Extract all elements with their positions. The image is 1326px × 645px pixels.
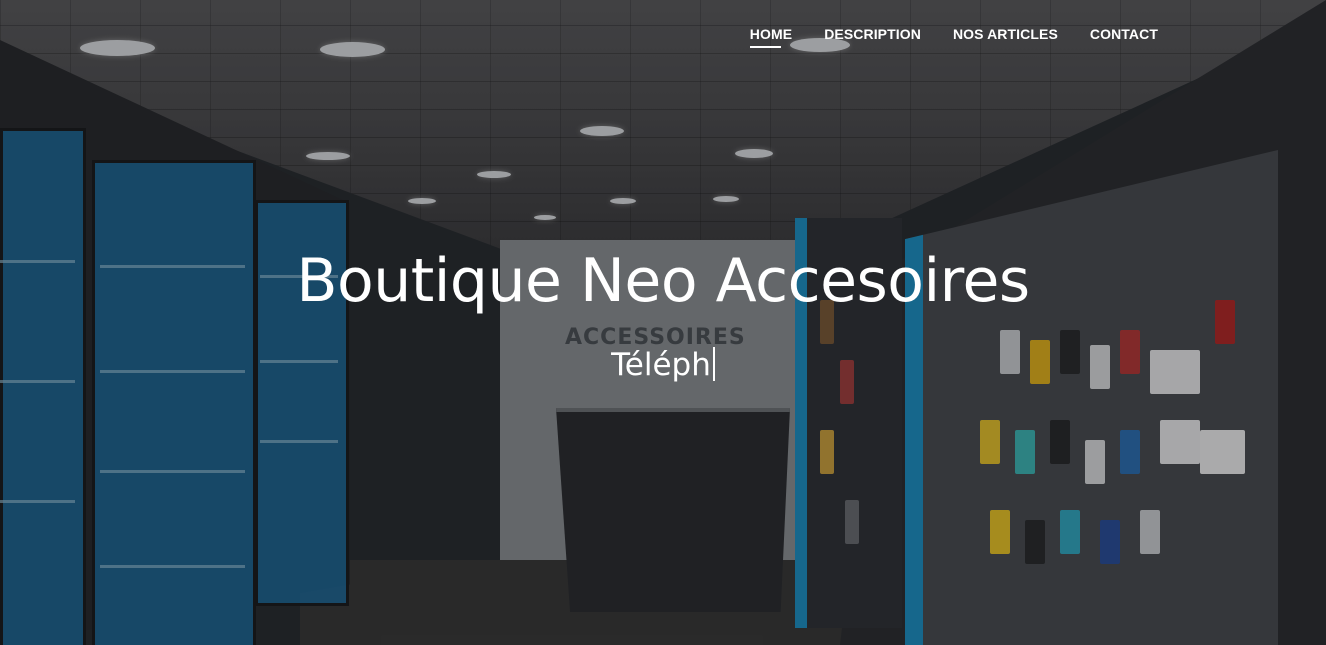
main-nav: HOME DESCRIPTION NOS ARTICLES CONTACT — [749, 26, 1158, 48]
dark-overlay — [0, 0, 1326, 645]
nav-home-link[interactable]: HOME — [749, 26, 792, 48]
typing-cursor — [712, 347, 715, 381]
nav-contact-link[interactable]: CONTACT — [1090, 26, 1158, 48]
hero-section: ACCESSOIRES HOME DESCRIPTION NOS ARTICLE… — [0, 0, 1326, 645]
nav-description-link[interactable]: DESCRIPTION — [824, 26, 921, 48]
nav-articles-link[interactable]: NOS ARTICLES — [953, 26, 1058, 48]
hero-title: Boutique Neo Accesoires — [296, 246, 1030, 316]
typed-subtitle: Téléph — [0, 347, 1326, 383]
typed-text: Téléph — [611, 347, 711, 383]
